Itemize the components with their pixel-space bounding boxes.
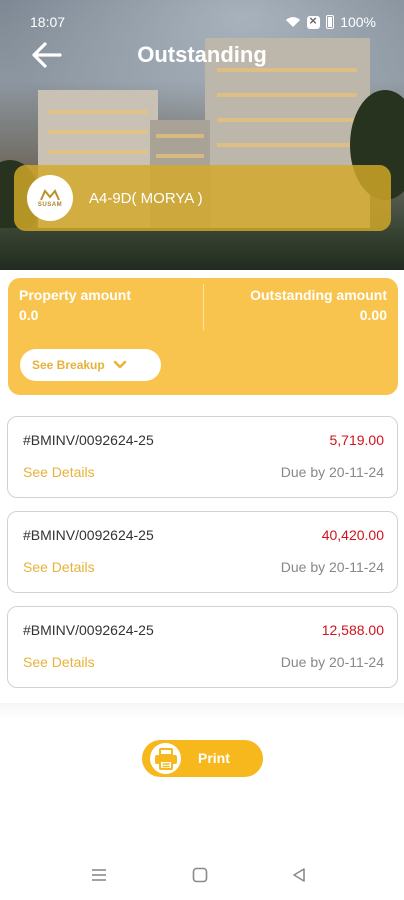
invoice-number: #BMINV/0092624-25: [23, 432, 154, 448]
status-icons: 100%: [285, 13, 376, 30]
outstanding-amount: Outstanding amount 0.00: [250, 287, 387, 323]
logo-text: SUSAM: [37, 201, 63, 208]
print-button[interactable]: Print: [142, 740, 263, 777]
ground: [0, 228, 404, 270]
see-details-link[interactable]: See Details: [23, 654, 95, 670]
invoice-number: #BMINV/0092624-25: [23, 527, 154, 543]
invoice-amount: 5,719.00: [329, 432, 385, 448]
property-amount-value: 0.0: [19, 307, 39, 323]
summary-divider: [203, 284, 204, 330]
invoice-card: #BMINV/0092624-25 12,588.00 See Details …: [7, 606, 398, 688]
list-bottom-shadow: [0, 703, 404, 719]
outstanding-amount-label: Outstanding amount: [250, 287, 387, 303]
property-name: A4-9D( MORYA ): [89, 189, 203, 207]
property-amount: Property amount 0.0: [19, 287, 131, 323]
invoice-due-date: Due by 20-11-24: [280, 464, 384, 480]
back-nav-icon[interactable]: [291, 867, 307, 883]
outstanding-amount-value: 0.00: [359, 307, 387, 323]
property-card: SUSAM A4-9D( MORYA ): [14, 165, 391, 231]
invoice-card: #BMINV/0092624-25 40,420.00 See Details …: [7, 511, 398, 593]
recent-apps-icon[interactable]: [91, 867, 107, 883]
see-breakup-label: See Breakup: [32, 358, 105, 372]
home-icon[interactable]: [192, 867, 208, 883]
property-amount-label: Property amount: [19, 287, 132, 303]
see-details-link[interactable]: See Details: [23, 559, 95, 575]
company-logo: SUSAM: [27, 175, 73, 221]
see-details-link[interactable]: See Details: [23, 464, 95, 480]
print-icon-wrap: [150, 743, 181, 774]
wifi-icon: [286, 17, 301, 27]
invoice-amount: 40,420.00: [321, 527, 384, 543]
invoice-amount: 12,588.00: [321, 622, 384, 638]
amount-summary-card: Property amount 0.0 Outstanding amount 0…: [8, 278, 398, 395]
chevron-down-icon: [113, 360, 126, 369]
invoice-number: #BMINV/0092624-25: [23, 622, 154, 638]
print-label: Print: [198, 750, 230, 766]
xbox-icon: [307, 13, 321, 29]
system-nav-bar: [0, 855, 404, 900]
logo-mark-icon: [40, 188, 60, 200]
battery-icon: [326, 15, 335, 29]
battery-level: 100%: [340, 14, 376, 30]
see-breakup-button[interactable]: See Breakup: [20, 349, 161, 381]
invoice-card: #BMINV/0092624-25 5,719.00 See Details D…: [7, 416, 398, 498]
printer-icon: [154, 747, 177, 770]
invoice-due-date: Due by 20-11-24: [280, 654, 384, 670]
invoice-due-date: Due by 20-11-24: [280, 559, 384, 575]
page-title: Outstanding: [137, 42, 267, 67]
status-time: 18:07: [30, 14, 66, 30]
top-bar: Outstanding: [0, 30, 404, 78]
